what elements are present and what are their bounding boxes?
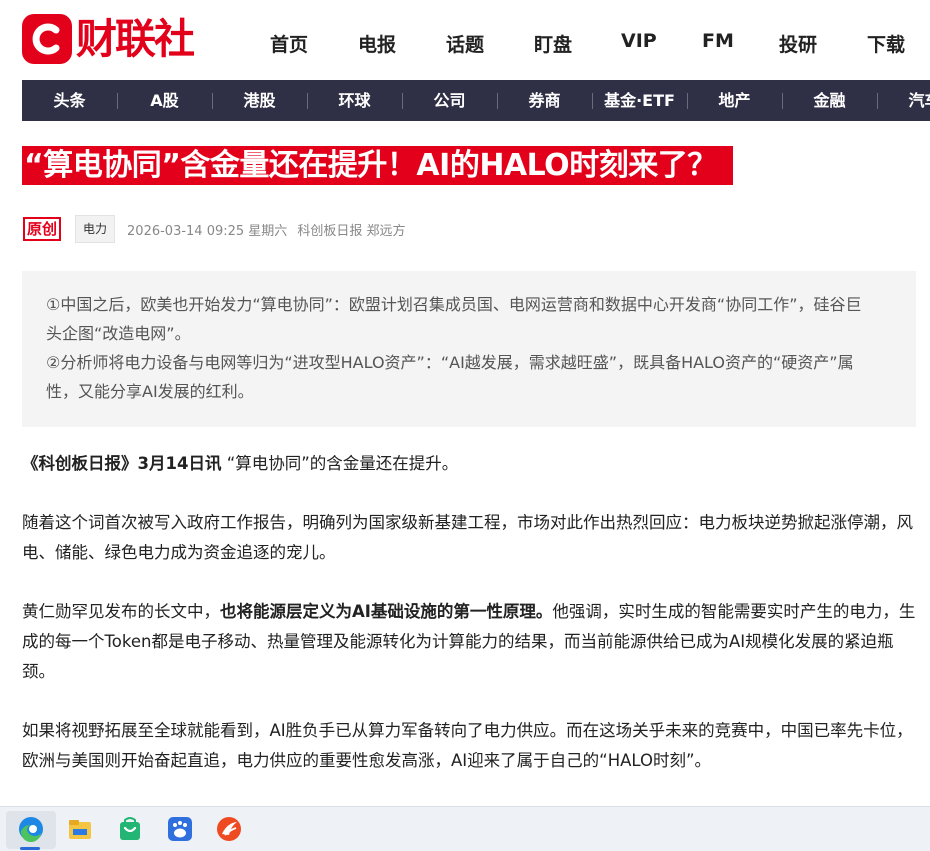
paragraph: 黄仁勋罕见发布的长文中，也将能源层定义为AI基础设施的第一性原理。他强调，实时生… <box>22 597 920 687</box>
category-finance[interactable]: 金融 <box>782 80 877 121</box>
nav-telegraph[interactable]: 电报 <box>358 30 396 57</box>
article-summary: ①中国之后，欧美也开始发力“算电协同”：欧盟计划召集成员国、电网运营商和数据中心… <box>22 271 916 427</box>
nav-watch[interactable]: 盯盘 <box>534 30 572 57</box>
category-headline[interactable]: 头条 <box>22 80 117 121</box>
category-global[interactable]: 环球 <box>307 80 402 121</box>
nav-vip[interactable]: VIP <box>621 30 657 52</box>
edge-browser-icon[interactable] <box>15 813 47 845</box>
logo-text: 财联社 <box>76 15 195 63</box>
category-auto[interactable]: 汽车 <box>877 80 930 121</box>
category-hk-shares[interactable]: 港股 <box>212 80 307 121</box>
category-a-shares[interactable]: A股 <box>117 80 212 121</box>
nav-download[interactable]: 下载 <box>867 30 905 57</box>
topic-tag[interactable]: 电力 <box>75 215 116 243</box>
category-real-estate[interactable]: 地产 <box>687 80 782 121</box>
article-body: 《科创板日报》3月14日讯 “算电协同”的含金量还在提升。 随着这个词首次被写入… <box>22 449 920 805</box>
dateline: 《科创板日报》3月14日讯 <box>22 454 222 473</box>
category-brokers[interactable]: 券商 <box>497 80 592 121</box>
nav-fm[interactable]: FM <box>702 30 734 52</box>
nav-topics[interactable]: 话题 <box>446 30 484 57</box>
paragraph: 《科创板日报》3月14日讯 “算电协同”的含金量还在提升。 <box>22 449 920 479</box>
paragraph: 随着这个词首次被写入政府工作报告，明确列为国家级新基建工程，市场对此作出热烈回应… <box>22 513 913 562</box>
category-funds-etf[interactable]: 基金·ETF <box>592 80 687 121</box>
publish-datetime: 2026-03-14 09:25 星期六 <box>127 223 288 239</box>
file-explorer-icon[interactable] <box>64 813 96 845</box>
category-company[interactable]: 公司 <box>402 80 497 121</box>
original-badge: 原创 <box>23 217 62 241</box>
taskbar <box>0 806 930 851</box>
baidu-netdisk-icon[interactable] <box>164 813 196 845</box>
highlight-text: 也将能源层定义为AI基础设施的第一性原理。 <box>220 602 553 621</box>
paragraph: 如果将视野拓展至全球就能看到，AI胜负手已从算力军备转向了电力供应。而在这场关乎… <box>22 721 913 770</box>
category-bar: 头条 A股 港股 环球 公司 券商 基金·ETF 地产 金融 汽车 <box>22 80 930 121</box>
site-logo[interactable]: 财联社 <box>22 13 195 65</box>
article-meta: 原创 电力 2026-03-14 09:25 星期六 科创板日报 郑远方 <box>22 215 405 243</box>
summary-point: ②分析师将电力设备与电网等归为“进攻型HALO资产”：“AI越发展，需求越旺盛”… <box>46 353 854 401</box>
paragraph-text: “算电协同”的含金量还在提升。 <box>221 454 459 473</box>
nav-home[interactable]: 首页 <box>270 30 308 57</box>
logo-c-icon <box>22 14 72 64</box>
article-title: “算电协同”含金量还在提升！AI的HALO时刻来了？ <box>22 146 733 185</box>
nav-research[interactable]: 投研 <box>779 30 817 57</box>
paragraph-text: 黄仁勋罕见发布的长文中， <box>22 602 220 621</box>
article-source: 科创板日报 郑远方 <box>297 223 406 239</box>
store-bag-icon[interactable] <box>114 813 146 845</box>
summary-point: ①中国之后，欧美也开始发力“算电协同”：欧盟计划召集成员国、电网运营商和数据中心… <box>46 295 862 343</box>
news-app-icon[interactable] <box>213 813 245 845</box>
article-header: “算电协同”含金量还在提升！AI的HALO时刻来了？ <box>22 146 733 185</box>
